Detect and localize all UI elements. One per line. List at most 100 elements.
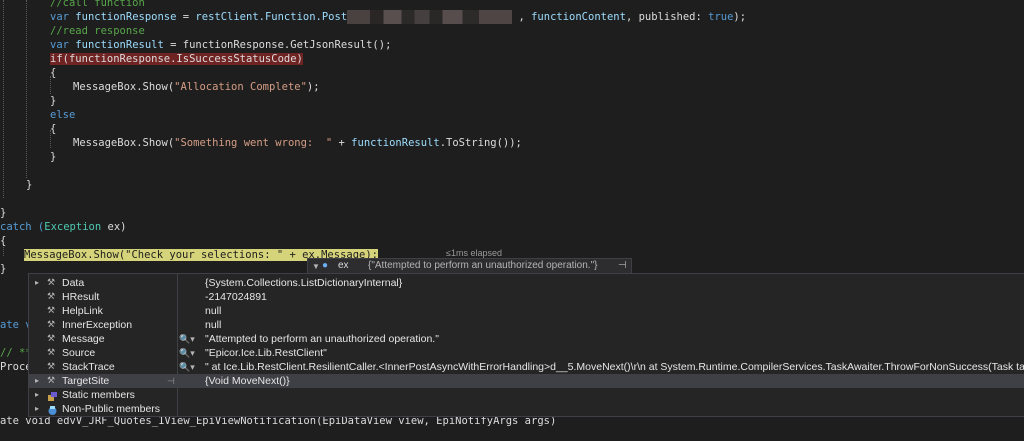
- datatip-variable: ex: [338, 260, 349, 271]
- brace: }: [50, 95, 57, 107]
- code-line-6: {: [50, 66, 56, 80]
- named-arg: , published:: [625, 11, 709, 23]
- wrench-icon: ⚒: [47, 305, 56, 315]
- code-fragment: Proce: [0, 361, 32, 373]
- wrench-icon: ⚒: [47, 291, 56, 301]
- identifier: functionResult: [351, 137, 440, 149]
- brace: {: [0, 235, 7, 247]
- code-line-7: MessageBox.Show("Allocation Complete");: [73, 80, 320, 94]
- property-row[interactable]: ⚒ HelpLink null: [29, 304, 1024, 318]
- property-value[interactable]: null: [205, 318, 221, 332]
- comment: //read response: [50, 25, 145, 37]
- property-name: Data: [62, 277, 85, 289]
- property-row[interactable]: ⚒ Source 🔍▾ "Epicor.Ice.Lib.RestClient": [29, 346, 1024, 360]
- operator: =: [163, 39, 183, 51]
- wrench-icon: ⚒: [47, 277, 56, 287]
- property-row[interactable]: ▸ ⚒ Data {System.Collections.ListDictionary…: [29, 276, 1024, 290]
- variable-icon: ●: [322, 260, 329, 271]
- left-fragment: Proce: [0, 360, 32, 374]
- brace: {: [50, 123, 57, 135]
- code-line-14: }: [0, 206, 6, 220]
- method-call: MessageBox.Show(: [73, 137, 175, 149]
- property-value[interactable]: "Epicor.Ice.Lib.RestClient": [205, 346, 327, 360]
- identifier: functionResult: [75, 39, 164, 51]
- property-value[interactable]: {System.Collections.ListDictionaryIntern…: [205, 276, 402, 290]
- keyword: var: [50, 11, 69, 23]
- operator: =: [176, 11, 196, 23]
- left-fragment: ate v: [0, 318, 32, 332]
- property-row[interactable]: ⚒ Message 🔍▾ "Attempted to perform an unaut…: [29, 332, 1024, 346]
- wrench-icon: ⚒: [47, 375, 56, 385]
- method-call: .ToString());: [439, 137, 522, 149]
- brace: }: [0, 263, 7, 275]
- pin-icon[interactable]: ⊣: [167, 374, 175, 388]
- code-line-9: else: [50, 108, 75, 122]
- brace: }: [0, 207, 7, 219]
- method-call: MessageBox.Show(: [73, 81, 175, 93]
- keyword: catch (: [0, 221, 45, 233]
- property-name: TargetSite: [62, 375, 110, 387]
- expand-arrow-icon[interactable]: ▸: [35, 402, 39, 416]
- code-line-12: }: [50, 150, 56, 164]
- identifier: ex): [101, 221, 127, 233]
- property-value[interactable]: -2147024891: [205, 290, 267, 304]
- property-name: StackTrace: [62, 361, 115, 373]
- non-public-members-icon: [47, 405, 57, 415]
- expand-arrow-icon[interactable]: ▸: [35, 374, 39, 388]
- wrench-icon: ⚒: [47, 347, 56, 357]
- property-name: Non-Public members: [62, 403, 161, 415]
- wrench-icon: ⚒: [47, 361, 56, 371]
- indent-guide: [3, 0, 4, 198]
- left-fragment: // **: [0, 346, 32, 360]
- property-row[interactable]: ▸ ⚒ TargetSite ⊣ {Void MoveNext()}: [29, 374, 1024, 388]
- punctuation: );: [733, 11, 747, 23]
- text-visualizer-icon[interactable]: 🔍▾: [179, 346, 195, 360]
- perf-tip-elapsed[interactable]: ≤1ms elapsed: [446, 248, 502, 258]
- property-name: InnerException: [62, 319, 133, 331]
- code-line-16: {: [0, 234, 6, 248]
- pin-icon[interactable]: ⊣: [618, 260, 627, 271]
- wrench-icon: ⚒: [47, 319, 56, 329]
- type-name: Exception: [44, 221, 102, 233]
- operator: +: [332, 137, 352, 149]
- text-visualizer-icon[interactable]: 🔍▾: [179, 360, 195, 374]
- collapse-arrow-icon[interactable]: ▼: [312, 262, 320, 271]
- property-value[interactable]: "Attempted to perform an unauthorized op…: [205, 332, 439, 346]
- brace: {: [50, 67, 57, 79]
- property-value[interactable]: null: [205, 304, 221, 318]
- datatip-properties-panel[interactable]: ▸ ⚒ Data {System.Collections.ListDictionary…: [28, 273, 1024, 417]
- expand-arrow-icon[interactable]: ▸: [35, 276, 39, 290]
- property-row[interactable]: ▸ Non-Public members: [29, 402, 1024, 416]
- text-visualizer-icon[interactable]: 🔍▾: [179, 332, 195, 346]
- property-row[interactable]: ▸ Static members: [29, 388, 1024, 402]
- keyword: var: [50, 39, 69, 51]
- expand-arrow-icon[interactable]: ▸: [35, 388, 39, 402]
- wrench-icon: ⚒: [47, 333, 56, 343]
- method-call: functionResponse.GetJsonResult();: [182, 39, 392, 51]
- identifier: functionResponse: [75, 11, 177, 23]
- separator: ,: [512, 11, 532, 23]
- breakpoint-highlight: if(functionResponse.IsSuccessStatusCode): [50, 53, 303, 65]
- brace: }: [26, 179, 33, 191]
- property-value[interactable]: " at Ice.Lib.RestClient.ResilientCaller.…: [205, 360, 1024, 374]
- brace: }: [50, 151, 57, 163]
- argument: functionContent: [531, 11, 626, 23]
- property-row[interactable]: ⚒ HResult -2147024891: [29, 290, 1024, 304]
- property-row[interactable]: ⚒ StackTrace 🔍▾ " at Ice.Lib.RestClient.Res…: [29, 360, 1024, 374]
- method-call: restClient.Function.Post: [195, 11, 348, 23]
- datatip-value[interactable]: {"Attempted to perform an unauthorized o…: [368, 260, 597, 271]
- code-line-2: var functionResponse = restClient.Functi…: [50, 10, 746, 24]
- property-value[interactable]: {Void MoveNext()}: [205, 374, 290, 388]
- code-line-15: catch (Exception ex): [0, 220, 126, 234]
- string-literal: "Allocation Complete": [174, 81, 307, 93]
- property-name: Source: [62, 347, 96, 359]
- static-members-icon: [47, 391, 57, 401]
- code-line-5-breakpoint: if(functionResponse.IsSuccessStatusCode): [50, 52, 303, 66]
- keyword: true: [708, 11, 734, 23]
- code-line-4: var functionResult = functionResponse.Ge…: [50, 38, 391, 52]
- keyword: else: [50, 109, 76, 121]
- code-fragment: ate v: [0, 319, 32, 331]
- string-literal: "Something went wrong: ": [174, 137, 333, 149]
- indent-guide: [26, 0, 27, 178]
- property-row[interactable]: ⚒ InnerException null: [29, 318, 1024, 332]
